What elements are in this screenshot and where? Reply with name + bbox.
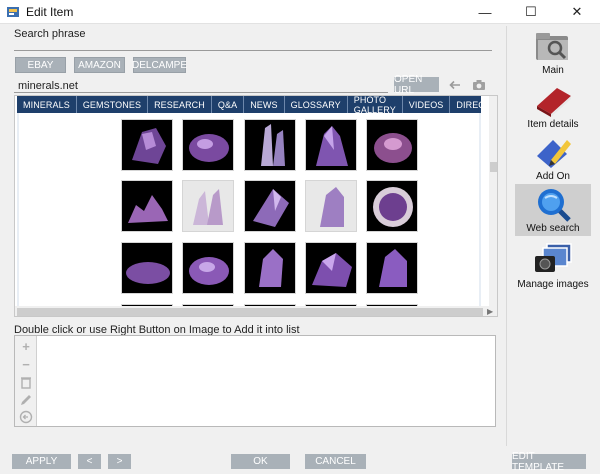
mineral-thumbnail[interactable] — [305, 180, 357, 232]
search-phrase-label: Search phrase — [14, 28, 86, 40]
maximize-button[interactable]: ☐ — [508, 0, 554, 24]
section-nav-panel: Main Item details Add On Web search Mana… — [506, 26, 598, 446]
magnifier-globe-icon — [538, 189, 571, 222]
mineral-thumbnail[interactable] — [305, 119, 357, 171]
nav-manage-images[interactable]: Manage images — [515, 238, 591, 292]
title-bar: Edit Item — ☐ ✕ — [0, 0, 600, 24]
image-list[interactable] — [14, 335, 496, 427]
nav-main-label: Main — [542, 65, 564, 76]
nav-web-search-label: Web search — [526, 223, 580, 234]
nav-web-search[interactable]: Web search — [515, 184, 591, 236]
window-title: Edit Item — [26, 5, 74, 19]
list-toolbar: + − — [15, 336, 37, 426]
url-input[interactable]: minerals.net — [18, 80, 78, 92]
app-icon — [7, 7, 19, 17]
url-underline — [14, 92, 388, 93]
folder-magnifier-icon — [536, 33, 568, 60]
nav-videos[interactable]: VIDEOS — [403, 96, 451, 113]
nav-news[interactable]: NEWS — [244, 96, 285, 113]
nav-item-details[interactable]: Item details — [515, 80, 591, 132]
nav-manage-images-label: Manage images — [517, 279, 589, 290]
remove-icon[interactable]: − — [19, 357, 33, 372]
back-arrow-icon[interactable] — [449, 79, 461, 91]
edit-template-button[interactable]: EDIT TEMPLATE — [512, 451, 586, 473]
mineral-thumbnail[interactable] — [366, 119, 418, 171]
horizontal-scrollbar[interactable]: ▶ — [15, 306, 497, 316]
nav-gemstones[interactable]: GEMSTONES — [77, 96, 149, 113]
ok-button[interactable]: OK — [231, 454, 290, 469]
cancel-button[interactable]: CANCEL — [305, 454, 366, 469]
mineral-thumbnail[interactable] — [366, 242, 418, 294]
back-circle-icon[interactable] — [19, 410, 33, 424]
web-browser-view[interactable]: MINERALS GEMSTONES RESEARCH Q&A NEWS GLO… — [14, 95, 498, 317]
mineral-thumbnail[interactable] — [244, 180, 296, 232]
mineral-thumbnail[interactable] — [182, 119, 234, 171]
pencil-document-icon — [537, 140, 571, 168]
camera-icon[interactable] — [472, 79, 486, 91]
camera-images-icon — [535, 243, 572, 272]
nav-add-on-label: Add On — [536, 171, 570, 182]
trash-icon[interactable] — [19, 375, 33, 389]
horizontal-scroll-thumb[interactable] — [17, 308, 483, 316]
mineral-thumbnail[interactable] — [366, 180, 418, 232]
nav-photo-gallery[interactable]: PHOTO GALLERY — [348, 96, 403, 115]
mineral-thumbnail[interactable] — [182, 180, 234, 232]
apply-button[interactable]: APPLY — [12, 454, 71, 469]
nav-glossary[interactable]: GLOSSARY — [285, 96, 348, 113]
red-book-icon — [537, 88, 571, 117]
next-button[interactable]: > — [108, 454, 131, 469]
scroll-right-icon[interactable]: ▶ — [487, 307, 493, 316]
nav-qa[interactable]: Q&A — [212, 96, 245, 113]
search-phrase-input[interactable] — [14, 50, 492, 51]
open-url-button[interactable]: OPEN URL — [394, 74, 439, 96]
edit-pencil-icon[interactable] — [19, 393, 33, 407]
mineral-thumbnail[interactable] — [244, 119, 296, 171]
nav-research[interactable]: RESEARCH — [148, 96, 212, 113]
add-icon[interactable]: + — [19, 339, 33, 354]
previous-button[interactable]: < — [78, 454, 101, 469]
delcampe-button[interactable]: DELCAMPE — [132, 57, 187, 73]
vertical-scroll-thumb[interactable] — [490, 162, 497, 172]
ebay-button[interactable]: EBAY — [15, 57, 66, 73]
mineral-thumbnail[interactable] — [305, 242, 357, 294]
nav-item-details-label: Item details — [527, 119, 579, 130]
site-nav-bar: MINERALS GEMSTONES RESEARCH Q&A NEWS GLO… — [17, 96, 497, 115]
minimize-button[interactable]: — — [462, 0, 508, 24]
nav-main[interactable]: Main — [515, 26, 591, 78]
nav-minerals[interactable]: MINERALS — [17, 96, 77, 113]
mineral-thumbnail[interactable] — [182, 242, 234, 294]
close-button[interactable]: ✕ — [554, 0, 600, 24]
mineral-thumbnail[interactable] — [121, 180, 173, 232]
vertical-scrollbar[interactable] — [489, 96, 497, 306]
gallery-content — [19, 113, 479, 316]
amazon-button[interactable]: AMAZON — [74, 57, 125, 73]
mineral-thumbnail[interactable] — [121, 242, 173, 294]
mineral-thumbnail[interactable] — [121, 119, 173, 171]
nav-add-on[interactable]: Add On — [515, 132, 591, 184]
mineral-thumbnail[interactable] — [244, 242, 296, 294]
